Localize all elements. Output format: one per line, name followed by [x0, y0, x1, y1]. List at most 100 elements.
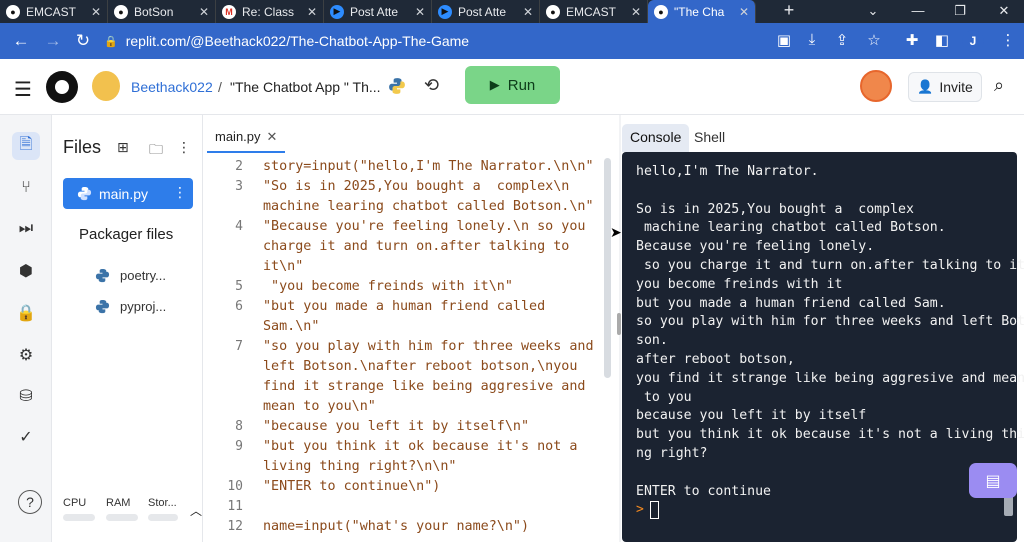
new-folder-icon[interactable]: 🗀 [149, 139, 163, 163]
code-line[interactable]: 6 "but you made a human friend called [207, 297, 545, 317]
browser-tab[interactable]: ● EMCAST ✕ [540, 0, 648, 23]
invite-label: Invite [939, 79, 973, 95]
run-button[interactable]: ▶ Run [465, 66, 560, 104]
close-tab-icon[interactable]: ✕ [91, 5, 101, 19]
chrome-icon: ● [6, 4, 20, 19]
tab-shell[interactable]: Shell [686, 124, 733, 152]
browser-tab[interactable]: ● EMCAST ✕ [0, 0, 108, 23]
menu-dots-icon[interactable]: ⋮ [998, 31, 1018, 49]
code-line[interactable]: Sam.\n" [207, 317, 319, 337]
user-avatar[interactable] [860, 70, 892, 102]
help-icon[interactable]: ? [18, 490, 42, 514]
code-line[interactable]: 10 "ENTER to continue\n") [207, 477, 440, 497]
new-file-icon[interactable]: ⊞ [117, 139, 129, 156]
code-line[interactable]: machine learing chatbot called Botson.\n… [207, 197, 594, 217]
sidepanel-icon[interactable]: ◧ [932, 31, 952, 49]
browser-tab[interactable]: M Re: Class ✕ [216, 0, 324, 23]
breadcrumb-username[interactable]: Beethack022 [131, 79, 213, 95]
line-number [207, 197, 243, 217]
search-icon[interactable]: ⌕ [994, 75, 1004, 96]
secrets-lock-icon[interactable]: 🔒 [12, 299, 40, 327]
file-item-main-py[interactable]: main.py ⋮ [63, 178, 193, 209]
forward-icon[interactable]: → [38, 31, 68, 51]
code-area[interactable]: 2 story=input("hello,I'm The Narrator.\n\… [207, 157, 607, 542]
close-tab-icon[interactable]: ✕ [267, 129, 278, 144]
close-tab-icon[interactable]: ✕ [199, 5, 209, 19]
new-tab-button[interactable]: + [774, 0, 804, 23]
chat-bubble-icon[interactable]: ▤ [969, 463, 1017, 498]
profile-avatar[interactable]: J [962, 30, 984, 52]
code-line[interactable]: 9 "but you think it ok because it's not a [207, 437, 577, 457]
file-more-icon[interactable]: ⋮ [173, 184, 187, 201]
close-tab-icon[interactable]: ✕ [415, 5, 425, 19]
file-item-pyproject[interactable]: pyproj... [95, 299, 166, 314]
tab-console[interactable]: Console [622, 124, 690, 152]
code-line[interactable]: 8 "because you left it by itself\n" [207, 417, 529, 437]
code-line[interactable]: find it strange like being aggresive and [207, 377, 585, 397]
close-tab-icon[interactable]: ✕ [523, 5, 533, 19]
storage-label: Stor... [148, 497, 177, 509]
bookmark-star-icon[interactable]: ☆ [864, 31, 884, 49]
replit-logo[interactable] [46, 71, 78, 103]
editor-scrollbar[interactable] [604, 158, 611, 378]
code-line[interactable]: charge it and turn on.after talking to [207, 237, 569, 257]
url-field[interactable]: 🔒 replit.com/@Beethack022/The-Chatbot-Ap… [104, 28, 764, 54]
share-icon[interactable]: ⇪ [832, 31, 852, 49]
download-icon[interactable]: ⤓ [802, 31, 822, 48]
code-line[interactable]: 2 story=input("hello,I'm The Narrator.\n\… [207, 157, 593, 177]
code-line[interactable]: it\n" [207, 257, 303, 277]
code-line[interactable]: 5 "you become freinds with it\n" [207, 277, 513, 297]
history-icon[interactable]: ⟲ [424, 75, 439, 96]
files-tool-icon[interactable]: 🗎 [12, 132, 40, 160]
tab-search-icon[interactable]: ⌄ [853, 0, 893, 23]
code-line[interactable]: 4 "Because you're feeling lonely.\n so yo… [207, 217, 585, 237]
console-cursor[interactable] [650, 501, 659, 519]
browser-tab[interactable]: ▶ Post Atte ✕ [324, 0, 432, 23]
close-window-icon[interactable]: ✕ [984, 0, 1024, 23]
line-number [207, 397, 243, 417]
console-output-line: but you made a human friend called Sam. [636, 295, 946, 311]
screenshot-icon[interactable]: ▣ [774, 31, 794, 49]
extensions-icon[interactable]: ✚ [902, 31, 922, 49]
database-icon[interactable]: ⛁ [12, 382, 40, 410]
settings-gear-icon[interactable]: ⚙ [12, 341, 40, 369]
reload-icon[interactable]: ↻ [68, 31, 98, 51]
checkmark-icon[interactable]: ✓ [12, 423, 40, 451]
console-output[interactable]: > hello,I'm The Narrator. So is in 2025,Y… [622, 152, 1024, 542]
back-icon[interactable]: ← [6, 31, 36, 51]
console-pane: Console Shell > hello,I'm The Narrator. S… [622, 115, 1024, 542]
browser-tab[interactable]: ● BotSon ✕ [108, 0, 216, 23]
line-number [207, 237, 243, 257]
code-line[interactable]: 7 "so you play with him for three weeks a… [207, 337, 593, 357]
code-line[interactable]: 11 [207, 497, 243, 517]
console-output-line: so you play with him for three weeks and… [636, 314, 1024, 330]
browser-tab[interactable]: ● "The Cha ✕ [648, 0, 756, 23]
browser-tab-title: "The Cha [674, 4, 725, 19]
code-line[interactable]: 3 "So is in 2025,You bought a complex\n [207, 177, 569, 197]
close-tab-icon[interactable]: ✕ [631, 5, 641, 19]
pane-drag-handle[interactable] [617, 313, 621, 335]
files-more-icon[interactable]: ⋮ [177, 139, 191, 156]
restore-icon[interactable]: ❐ [940, 0, 980, 23]
packages-tool-icon[interactable]: ⬢ [12, 257, 40, 285]
console-output-line: So is in 2025,You bought a complex [636, 201, 914, 217]
code-text: "ENTER to continue\n") [263, 479, 441, 494]
editor-tab-main-py[interactable]: main.py ✕ [207, 123, 285, 153]
code-line[interactable]: living thing right?\n\n" [207, 457, 456, 477]
minimize-icon[interactable]: — [898, 0, 938, 23]
hamburger-menu-icon[interactable]: ☰ [14, 77, 32, 102]
close-tab-icon[interactable]: ✕ [307, 5, 317, 19]
code-line[interactable]: left Botson.\nafter reboot botson,\nyou [207, 357, 577, 377]
repl-owner-avatar[interactable] [92, 71, 120, 101]
debugger-tool-icon[interactable]: ⏭ [12, 215, 40, 243]
collapse-chevron-icon[interactable]: ︿ [190, 502, 202, 519]
file-item-poetry[interactable]: poetry... [95, 268, 166, 283]
browser-tab[interactable]: ▶ Post Atte ✕ [432, 0, 540, 23]
code-line[interactable]: 12 name=input("what's your name?\n") [207, 517, 529, 537]
git-tool-icon[interactable]: ⑂ [12, 174, 40, 202]
invite-button[interactable]: 👤 Invite [908, 72, 982, 102]
browser-tab-title: Re: Class [242, 4, 295, 19]
close-tab-icon[interactable]: ✕ [739, 5, 749, 19]
breadcrumb-repl-name[interactable]: "The Chatbot App " Th... [230, 79, 381, 95]
code-line[interactable]: mean to you\n" [207, 397, 376, 417]
